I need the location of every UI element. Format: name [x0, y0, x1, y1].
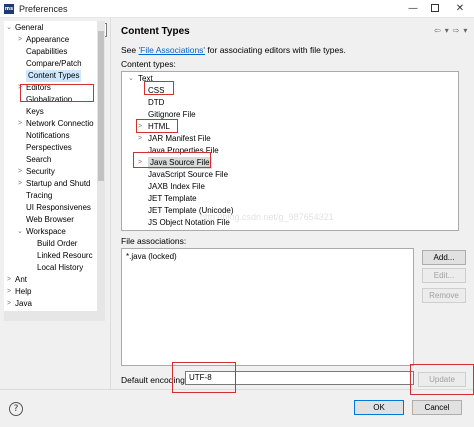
tree-expand-icon[interactable]: > [16, 166, 24, 178]
description: See 'File Associations' for associating … [121, 45, 346, 55]
content-types-label: Content types: [121, 59, 176, 69]
tree-item-label: Keys [26, 107, 44, 116]
remove-button[interactable]: Remove [422, 288, 466, 303]
forward-menu-icon[interactable]: ▾ [463, 26, 467, 35]
tree-scroll-thumb[interactable] [98, 31, 104, 181]
tree-item-label: Content Types [26, 70, 82, 82]
tree-item-label: Search [26, 155, 52, 164]
content-type-label: JavaScript Source File [148, 170, 229, 179]
content-type-label: Java Properties File [148, 146, 219, 155]
tree-item-label: Globalization [26, 95, 73, 104]
content-type-item[interactable]: > HTML [138, 121, 170, 133]
content-type-label: Gitignore File [148, 110, 196, 119]
edit-button[interactable]: Edit... [422, 268, 466, 283]
content-types-tree[interactable]: ⌄ Text CSS DTD Gitignore File > HTML > JAR Manif… [121, 71, 459, 231]
tree-item-label: Appearance [26, 35, 70, 44]
content-type-label: CSS [148, 86, 165, 95]
page-nav: ⇦▾⇨▾⋮ [434, 26, 474, 35]
close-button[interactable]: ✕ [449, 1, 471, 17]
content-type-expand-icon[interactable]: > [138, 133, 146, 145]
maximize-icon [431, 4, 439, 12]
tree-item-label: Workspace [26, 227, 66, 236]
list-item[interactable]: *.java (locked) [126, 252, 177, 261]
content-type-expand-icon[interactable]: ⌄ [128, 73, 136, 85]
tree-item-label: Tracing [26, 191, 53, 200]
maximize-button[interactable] [424, 1, 446, 17]
content-type-expand-icon[interactable]: > [138, 157, 146, 169]
tree-expand-icon[interactable]: > [16, 34, 24, 46]
tree-item-label: Startup and Shutd [26, 179, 91, 188]
content-type-item[interactable]: JAXB Index File [148, 181, 205, 193]
content-type-label: Text [138, 74, 153, 83]
content-type-expand-icon[interactable]: > [138, 121, 146, 133]
tree-item-label: Build Order [37, 239, 78, 248]
ok-button[interactable]: OK [354, 400, 404, 415]
minimize-button[interactable]: — [402, 1, 424, 17]
window-title: Preferences [19, 4, 68, 14]
help-icon[interactable]: ? [9, 402, 23, 416]
pane-divider[interactable] [110, 18, 114, 389]
default-encoding-label: Default encoding: [121, 375, 188, 385]
file-associations-list[interactable]: *.java (locked) [121, 248, 414, 366]
tree-expand-icon[interactable]: ⌄ [5, 22, 13, 34]
file-associations-link[interactable]: 'File Associations' [139, 45, 206, 55]
tree-expand-icon[interactable]: > [16, 82, 24, 94]
tree-expand-icon[interactable]: > [5, 286, 13, 298]
page-title: Content Types [121, 26, 190, 37]
content-type-label: Java Source File [150, 158, 210, 167]
tree-item-label: General [15, 23, 44, 32]
tree-item-label: Security [26, 167, 55, 176]
content-type-item[interactable]: JavaScript Source File [148, 169, 228, 181]
tree-item-label: Help [15, 287, 32, 296]
content-type-item[interactable]: DTD [148, 97, 164, 109]
preferences-tree[interactable]: ⌄ General > Appearance Capabilities Compare/P… [4, 21, 97, 311]
tree-item-label: Perspectives [26, 143, 72, 152]
tree-item-label: Network Connectio [26, 119, 94, 128]
tree-item-label: UI Responsivenes [26, 203, 91, 212]
app-icon: ms [4, 4, 14, 14]
tree-item-label: Editors [26, 83, 51, 92]
content-type-item[interactable]: > JAR Manifest File [138, 133, 211, 145]
add-button[interactable]: Add... [422, 250, 466, 265]
tree-expand-icon[interactable]: > [5, 298, 13, 310]
tree-expand-icon[interactable]: > [16, 118, 24, 130]
tree-vertical-scrollbar[interactable] [97, 21, 105, 321]
tree-item-label: Notifications [26, 131, 70, 140]
default-encoding-field[interactable]: UTF-8 [185, 371, 414, 385]
content-type-item[interactable]: CSS [148, 85, 164, 97]
content-type-label: JET Template [148, 194, 197, 203]
title-bar: ms Preferences — ✕ [0, 0, 474, 18]
content-type-item[interactable]: > Java Source File [138, 157, 212, 169]
content-type-label: DTD [148, 98, 165, 107]
content-type-item[interactable]: ⌄ Text [128, 73, 153, 85]
content-type-label: HTML [148, 122, 170, 131]
watermark: http://blog.csdn.net/g_987654321 [200, 212, 334, 222]
back-icon[interactable]: ⇦ [434, 26, 441, 35]
file-associations-label: File associations: [121, 236, 187, 246]
cancel-button[interactable]: Cancel [412, 400, 462, 415]
content-type-item[interactable]: JET Template [148, 193, 197, 205]
tree-item-label: Compare/Patch [26, 59, 82, 68]
tree-item-label: Java [15, 299, 32, 308]
tree-expand-icon[interactable]: ⌄ [16, 226, 24, 238]
tree-item-label: Ant [15, 275, 28, 284]
content-type-item[interactable]: Java Properties File [148, 145, 219, 157]
content-type-item[interactable]: Gitignore File [148, 109, 196, 121]
tree-expand-icon[interactable]: > [5, 274, 13, 286]
back-menu-icon[interactable]: ▾ [445, 26, 449, 35]
page-header: Content Types ⇦▾⇨▾⋮ [114, 18, 474, 44]
tree-item-label: Web Browser [26, 215, 74, 224]
tree-horizontal-scrollbar[interactable] [4, 311, 97, 321]
update-button[interactable]: Update [418, 372, 466, 387]
content-type-label: JAR Manifest File [148, 134, 211, 143]
tree-item-label: Capabilities [26, 47, 68, 56]
tree-item-label: Linked Resourc [37, 251, 93, 260]
tree-item-label: Local History [37, 263, 84, 272]
content-type-label: JAXB Index File [148, 182, 205, 191]
tree-expand-icon[interactable]: > [16, 178, 24, 190]
forward-icon[interactable]: ⇨ [453, 26, 460, 35]
